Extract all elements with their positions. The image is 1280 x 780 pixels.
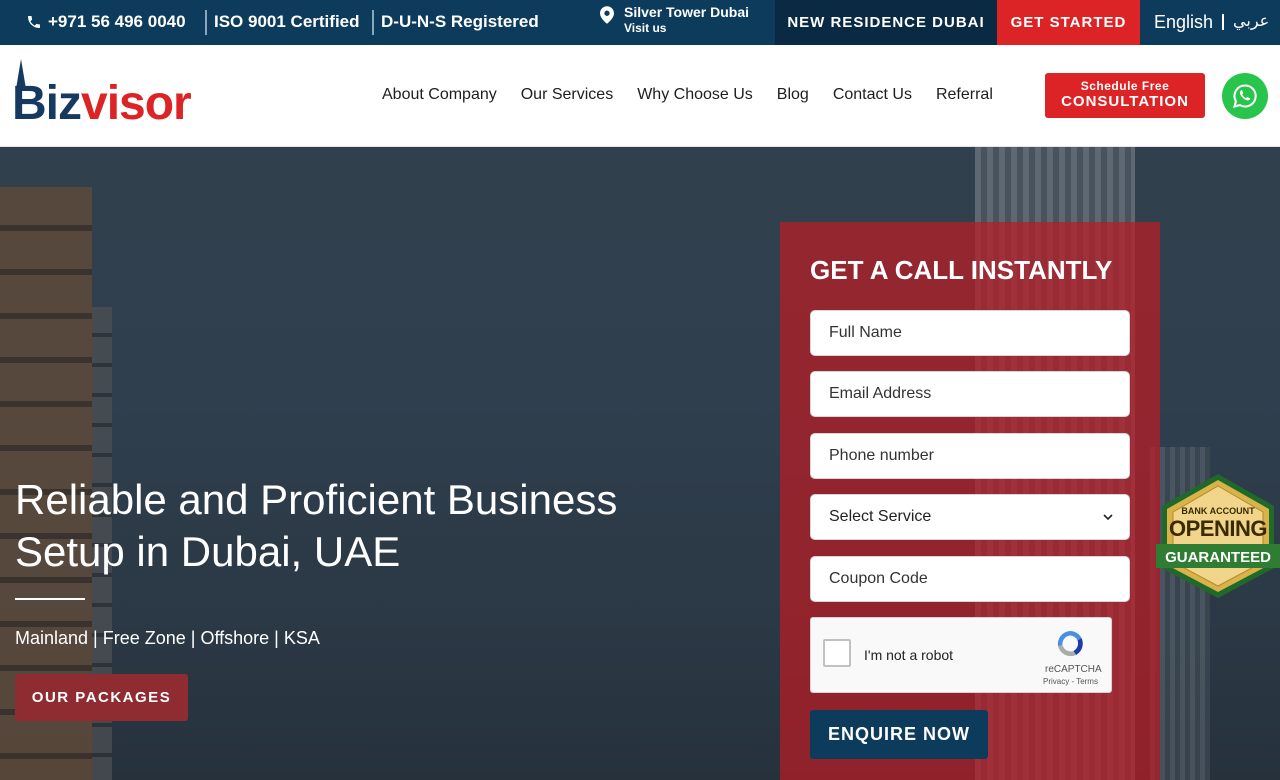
recaptcha-label: I'm not a robot xyxy=(864,647,954,663)
recaptcha-checkbox[interactable] xyxy=(823,639,851,667)
badge-top-text: BANK ACCOUNT xyxy=(1181,506,1255,516)
recaptcha-icon xyxy=(1057,631,1083,657)
bizvisor-logo[interactable]: Bizvisor xyxy=(12,59,232,129)
location-subtitle: Visit us xyxy=(624,21,667,35)
recaptcha-terms[interactable]: Privacy - Terms xyxy=(1043,677,1098,686)
iso-certified-text: ISO 9001 Certified xyxy=(214,12,360,31)
top-bar: +971 56 496 0040 ISO 9001 Certified D-U-… xyxy=(0,0,1280,45)
divider xyxy=(1222,14,1225,30)
phone-number: +971 56 496 0040 xyxy=(48,12,186,31)
our-packages-button[interactable]: OUR PACKAGES xyxy=(15,674,188,721)
hero-section: Reliable and Proficient Business Setup i… xyxy=(0,147,1280,780)
service-select[interactable]: Select Service xyxy=(810,494,1130,540)
nav-referral[interactable]: Referral xyxy=(936,85,993,105)
main-nav: About Company Our Services Why Choose Us… xyxy=(382,85,993,105)
whatsapp-button[interactable] xyxy=(1222,73,1268,119)
full-name-input[interactable] xyxy=(810,310,1130,356)
divider xyxy=(372,10,374,35)
badge-ribbon-text: GUARANTEED xyxy=(1165,549,1271,566)
new-residence-button[interactable]: NEW RESIDENCE DUBAI xyxy=(775,0,997,45)
logo-part-biz: Biz xyxy=(12,77,82,130)
hero-divider xyxy=(15,598,85,600)
lang-english[interactable]: English xyxy=(1154,11,1213,33)
language-switcher: English عربي xyxy=(1154,11,1269,33)
logo-part-visor: visor xyxy=(81,77,192,130)
hero-subtitle: Mainland | Free Zone | Offshore | KSA xyxy=(15,628,320,648)
duns-registered-text: D-U-N-S Registered xyxy=(381,12,539,31)
recaptcha-widget: I'm not a robot reCAPTCHA Privacy - Term… xyxy=(810,617,1112,693)
form-title: GET A CALL INSTANTLY xyxy=(810,255,1113,285)
location-title: Silver Tower Dubai xyxy=(624,4,749,20)
get-started-button[interactable]: GET STARTED xyxy=(997,0,1140,45)
cta-big-text: CONSULTATION xyxy=(1061,93,1189,110)
main-header: Bizvisor About Company Our Services Why … xyxy=(0,45,1280,147)
coupon-code-input[interactable] xyxy=(810,556,1130,602)
logo-text: Bizvisor xyxy=(12,77,192,130)
location-link[interactable]: Silver Tower Dubai Visit us xyxy=(600,4,749,36)
cta-small-text: Schedule Free xyxy=(1080,79,1170,93)
chevron-down-icon xyxy=(1103,514,1113,521)
enquire-now-button[interactable]: ENQUIRE NOW xyxy=(810,710,988,759)
email-input[interactable] xyxy=(810,371,1130,417)
whatsapp-icon xyxy=(1233,84,1257,108)
phone-input[interactable] xyxy=(810,433,1130,479)
badge-main-text: OPENING xyxy=(1169,516,1267,541)
recaptcha-brand: reCAPTCHA xyxy=(1045,664,1102,675)
nav-contact-us[interactable]: Contact Us xyxy=(833,85,912,105)
location-pin-icon xyxy=(600,6,614,24)
nav-our-services[interactable]: Our Services xyxy=(521,85,613,105)
phone-link[interactable]: +971 56 496 0040 xyxy=(26,11,186,33)
phone-icon xyxy=(28,16,40,28)
hero-title: Reliable and Proficient Business Setup i… xyxy=(15,476,618,575)
schedule-consultation-button[interactable]: Schedule Free CONSULTATION xyxy=(1045,73,1205,118)
nav-blog[interactable]: Blog xyxy=(777,85,809,105)
nav-about-company[interactable]: About Company xyxy=(382,85,497,105)
nav-why-choose-us[interactable]: Why Choose Us xyxy=(637,85,753,105)
divider xyxy=(205,10,207,35)
lang-arabic[interactable]: عربي xyxy=(1233,11,1269,33)
service-select-value: Select Service xyxy=(829,508,932,525)
bank-account-badge: BANK ACCOUNT OPENING GUARANTEED xyxy=(1156,472,1280,600)
call-request-form: GET A CALL INSTANTLY Select Service I'm … xyxy=(780,222,1160,780)
